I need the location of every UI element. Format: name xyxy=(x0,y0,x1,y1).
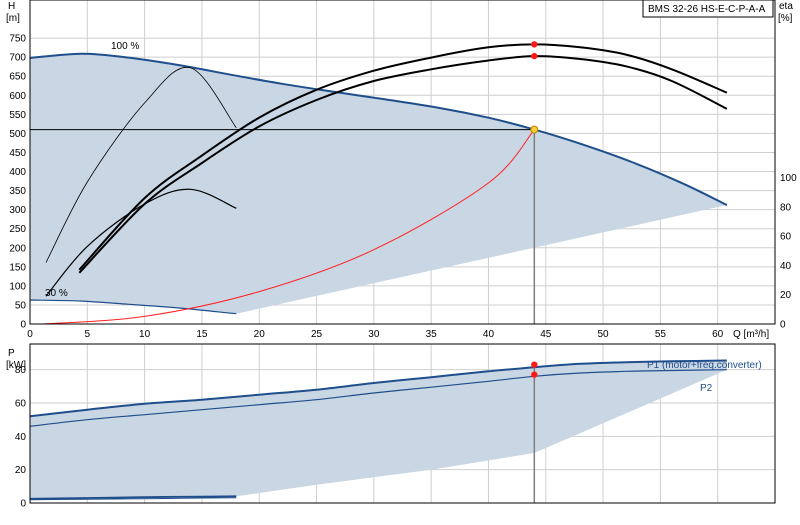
top-ytick-label: 550 xyxy=(9,110,26,121)
bottom-ytick-label: 60 xyxy=(15,399,27,410)
top-yrtick-label: 40 xyxy=(780,261,792,272)
annotation-30-percent: 30 % xyxy=(45,288,68,299)
top-xtick-label: 30 xyxy=(368,329,380,340)
top-yrtick-label: 100 xyxy=(780,173,797,184)
bottom-ytick-label: 0 xyxy=(20,499,26,510)
top-xtick-label: 45 xyxy=(540,329,552,340)
pump-curve-chart: 0501001502002503003504004505005506006507… xyxy=(6,0,797,510)
top-ylabel: H xyxy=(8,1,15,12)
top-ytick-label: 750 xyxy=(9,34,26,45)
top-xtick-label: 10 xyxy=(139,329,151,340)
top-ytick-label: 400 xyxy=(9,167,26,178)
top-xtick-label: 50 xyxy=(598,329,610,340)
top-xtick-label: 60 xyxy=(712,329,724,340)
bottom-ytick-label: 40 xyxy=(15,432,27,443)
top-ylabel-right: eta xyxy=(779,1,793,12)
top-ytick-label: 600 xyxy=(9,91,26,102)
top-ytick-label: 300 xyxy=(9,205,26,216)
eta-duty-marker-1 xyxy=(531,41,538,48)
top-yunit: [m] xyxy=(6,13,20,24)
top-xtick-label: 0 xyxy=(27,329,33,340)
top-ytick-label: 650 xyxy=(9,72,26,83)
top-xtick-label: 40 xyxy=(483,329,495,340)
top-yunit-right: [%] xyxy=(778,13,793,24)
top-xlabel: Q [m³/h] xyxy=(733,329,769,340)
bottom-ytick-label: 20 xyxy=(15,465,27,476)
pump-curve-figure: 0 50 100 150 200 250 300 350 400 450 500 550 600 650 7… xyxy=(0,0,800,520)
bottom-ylabel: P xyxy=(8,348,15,359)
top-yrtick-label: 80 xyxy=(780,202,792,213)
top-ytick-label: 250 xyxy=(9,224,26,235)
top-ytick-label: 500 xyxy=(9,129,26,140)
top-ytick-label: 100 xyxy=(9,281,26,292)
bottom-yunit: [kW] xyxy=(6,360,26,371)
top-ytick-label: 200 xyxy=(9,243,26,254)
p2-series-label: P2 xyxy=(700,383,713,394)
p1-series-label: P1 (motor+freq.converter) xyxy=(647,360,762,371)
top-ytick-label: 50 xyxy=(15,300,27,311)
top-xtick-label: 25 xyxy=(311,329,323,340)
annotation-100-percent: 100 % xyxy=(111,41,139,52)
top-xtick-label: 20 xyxy=(254,329,266,340)
top-ytick-label: 150 xyxy=(9,262,26,273)
top-yrtick-label: 60 xyxy=(780,232,792,243)
top-ytick-label: 350 xyxy=(9,186,26,197)
top-xtick-label: 5 xyxy=(85,329,91,340)
top-ytick-label: 0 xyxy=(20,320,26,331)
top-yrtick-label: 0 xyxy=(780,320,786,331)
duty-point-marker xyxy=(530,125,539,134)
top-ytick-label: 700 xyxy=(9,53,26,64)
top-ytick-label: 450 xyxy=(9,148,26,159)
top-xtick-label: 55 xyxy=(655,329,667,340)
top-xtick-label: 35 xyxy=(426,329,438,340)
top-xtick-label: 15 xyxy=(196,329,208,340)
top-yrtick-label: 20 xyxy=(780,290,792,301)
chart-title: BMS 32-26 HS-E-C-P-A-A xyxy=(648,4,766,15)
power-duty-marker-2 xyxy=(531,371,538,378)
power-duty-marker-1 xyxy=(531,361,538,368)
eta-duty-marker-2 xyxy=(531,52,538,60)
